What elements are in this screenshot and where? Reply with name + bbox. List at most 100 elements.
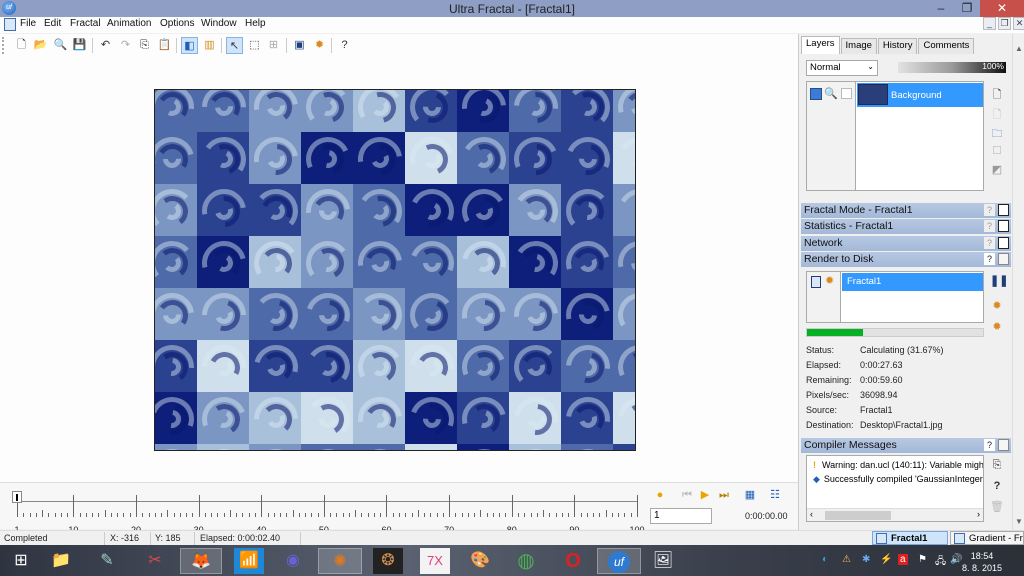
scroll-up-icon[interactable]: ▲ [1015, 44, 1023, 53]
fractal-mode-panel-header[interactable]: Fractal Mode - Fractal1 ? [801, 203, 1011, 218]
network-icon[interactable]: 🖧 [935, 554, 946, 571]
move-tool-button[interactable]: ⊞ [265, 37, 282, 54]
menu-help[interactable]: Help [245, 18, 266, 29]
firefox-icon[interactable]: 🦊 [180, 548, 222, 574]
mandelbulb-icon[interactable]: ❂ [373, 548, 403, 574]
maximize-button[interactable]: ❐ [954, 0, 980, 17]
remove-render-icon[interactable]: ✹ [990, 320, 1004, 334]
layer-row[interactable]: Background [857, 83, 983, 107]
collapse-icon[interactable] [998, 253, 1009, 265]
copy-messages-icon[interactable]: ⎘ [990, 459, 1004, 473]
apophysis-icon[interactable]: ◉ [278, 548, 308, 574]
snipping-tool-icon[interactable]: ✂ [140, 548, 170, 574]
options-gear-button[interactable]: ✹ [311, 37, 328, 54]
opacity-slider[interactable]: 100% [898, 61, 1006, 73]
add-mask-icon[interactable]: ☐ [990, 144, 1004, 158]
frame-number-input[interactable]: 1 [650, 508, 712, 524]
new-button[interactable]: 🗋 [13, 37, 30, 54]
menu-fractal[interactable]: Fractal [70, 18, 101, 29]
timeline-slider-handle[interactable] [12, 491, 22, 503]
layer-visible-icon[interactable] [810, 88, 822, 100]
menu-file[interactable]: File [20, 18, 36, 29]
statistics-panel-header[interactable]: Statistics - Fractal1 ? [801, 219, 1011, 234]
menu-options[interactable]: Options [160, 18, 194, 29]
tab-image[interactable]: Image [840, 38, 877, 54]
fractal-window-button[interactable]: ◧ [181, 37, 198, 54]
mdi-minimize-button[interactable]: _ [983, 17, 996, 30]
doc-tab-fractal1[interactable]: Fractal1 [872, 531, 948, 545]
save-button[interactable]: 💾 [71, 37, 88, 54]
mdi-close-button[interactable]: ✕ [1013, 17, 1024, 30]
fractal-canvas[interactable] [154, 89, 636, 451]
message-help-icon[interactable]: ? [990, 480, 1004, 494]
compiler-message[interactable]: ! Warning: dan.ucl (140:11): Variable mig… [813, 460, 983, 470]
document-icon[interactable] [4, 18, 16, 31]
help-icon[interactable]: ? [984, 204, 995, 216]
render-queue-item[interactable]: Fractal1 [842, 273, 983, 291]
image-editor-icon[interactable]: 🖼 [648, 548, 678, 574]
layer-zoom-icon[interactable]: 🔍 [824, 87, 838, 100]
menu-edit[interactable]: Edit [44, 18, 61, 29]
render-to-disk-button[interactable]: ▣ [291, 37, 308, 54]
expand-icon[interactable] [998, 204, 1009, 216]
help-icon[interactable]: ? [984, 253, 995, 265]
collapse-icon[interactable] [998, 439, 1009, 451]
play-button[interactable]: ▶ [698, 488, 712, 502]
expand-icon[interactable] [998, 237, 1009, 249]
action-center-icon[interactable]: ⚑ [918, 554, 927, 565]
add-render-icon[interactable]: ✹ [990, 299, 1004, 313]
add-folder-icon[interactable]: 🗀 [990, 125, 1004, 140]
bluetooth-icon[interactable]: ✱ [862, 554, 870, 565]
render-gear-icon[interactable]: ✹ [825, 274, 834, 287]
menu-animation[interactable]: Animation [107, 18, 151, 29]
opera-icon[interactable]: O [558, 548, 588, 574]
previous-keyframe-button[interactable]: ⏮ [680, 488, 694, 502]
tray-app-icon[interactable]: ◐ [822, 554, 828, 565]
add-layer-icon[interactable]: 🗋 [990, 86, 1004, 101]
compiler-messages-panel-header[interactable]: Compiler Messages ? [801, 438, 1011, 453]
power-icon[interactable]: ⚡ [880, 554, 892, 565]
scroll-down-icon[interactable]: ▼ [1015, 517, 1023, 526]
fractal-app-icon[interactable]: ✺ [318, 548, 362, 574]
layer-lock-checkbox[interactable] [841, 88, 852, 99]
render-to-disk-panel-header[interactable]: Render to Disk ? [801, 252, 1011, 267]
toolbar-grip[interactable] [2, 37, 5, 54]
tab-history[interactable]: History [877, 38, 918, 54]
open-button[interactable]: 📂 [32, 37, 49, 54]
animation-settings-button[interactable]: ▦ [743, 488, 757, 502]
tool-panel-scrollbar[interactable]: ▲ ▼ [1012, 34, 1024, 530]
notepad-icon[interactable]: ✎ [92, 548, 122, 574]
tray-warning-icon[interactable]: ⚠ [842, 554, 851, 565]
tab-layers[interactable]: Layers [801, 36, 840, 54]
antivirus-icon[interactable]: a [898, 554, 908, 565]
paste-button[interactable]: 📋 [156, 37, 173, 54]
scroll-right-icon[interactable]: › [977, 509, 980, 519]
windows-start-icon[interactable]: ⊞ [6, 548, 36, 574]
record-keyframe-button[interactable]: ● [653, 488, 667, 502]
help-icon[interactable]: ? [984, 220, 995, 232]
network-panel-header[interactable]: Network ? [801, 236, 1011, 251]
select-tool-button[interactable]: ↖ [226, 37, 243, 54]
merge-layer-icon[interactable]: ◩ [990, 163, 1004, 177]
file-explorer-icon[interactable]: 📁 [46, 548, 76, 574]
ultra-fractal-icon[interactable]: uf [597, 548, 641, 574]
doc-tab-gradient[interactable]: Gradient - Fr... [950, 531, 1024, 545]
browse-button[interactable]: 🔍 [52, 37, 69, 54]
scrollbar-thumb[interactable] [825, 511, 891, 520]
next-keyframe-button[interactable]: ⏭ [717, 488, 731, 502]
timeline-ruler[interactable]: 1102030405060708090100 [14, 491, 645, 535]
paint-icon[interactable]: 🎨 [465, 548, 495, 574]
undo-button[interactable]: ↶ [97, 37, 114, 54]
copy-button[interactable]: ⎘ [136, 37, 153, 54]
volume-icon[interactable]: 🔊 [950, 554, 962, 565]
keyframe-list-button[interactable]: ☷ [768, 488, 782, 502]
blend-mode-select[interactable]: Normal ⌄ [806, 60, 878, 76]
clear-messages-icon[interactable]: 🗑 [990, 500, 1004, 514]
mdi-restore-button[interactable]: ❐ [998, 17, 1011, 30]
horizontal-scrollbar[interactable]: ‹ › [807, 508, 983, 521]
help-icon[interactable]: ? [984, 439, 995, 451]
minimize-button[interactable]: – [928, 0, 954, 17]
scroll-left-icon[interactable]: ‹ [810, 509, 813, 519]
wifi-app-icon[interactable]: 📶 [234, 548, 264, 574]
expand-icon[interactable] [998, 220, 1009, 232]
